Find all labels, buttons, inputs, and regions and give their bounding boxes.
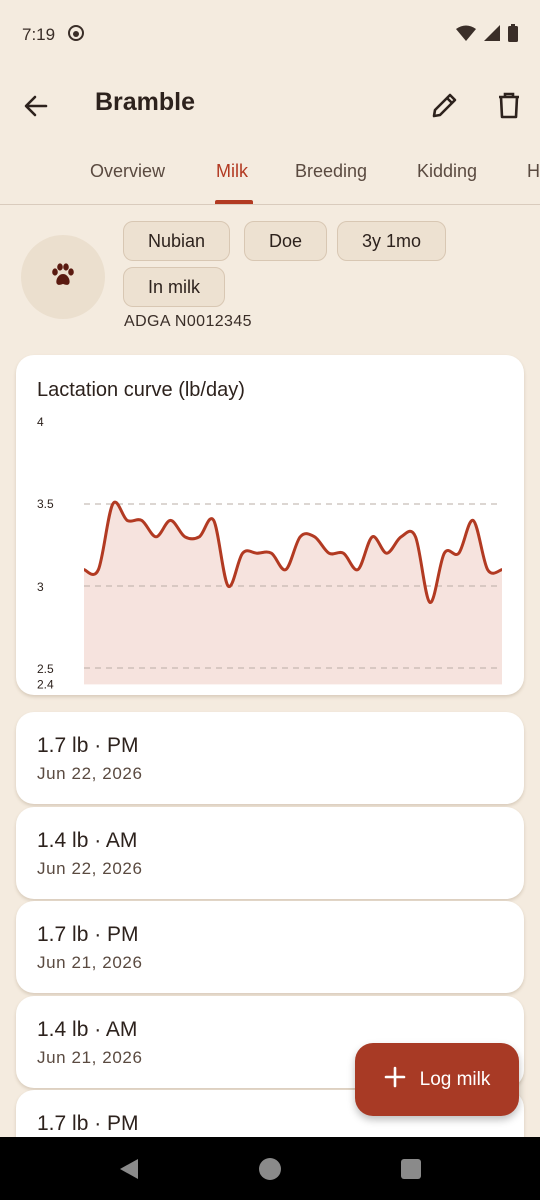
nav-home-icon[interactable]: [258, 1157, 282, 1186]
chart-y-tick-label: 2.5: [37, 662, 54, 676]
back-arrow-icon[interactable]: [22, 92, 50, 120]
avatar: [21, 235, 105, 319]
tab-bar: Overview Milk Breeding Kidding H: [0, 145, 540, 205]
lactation-chart-card: Lactation curve (lb/day) 4 3.5 3 2.5 2.4: [16, 355, 524, 695]
entry-date: Jun 21, 2026: [37, 1048, 143, 1067]
nav-back-icon[interactable]: [118, 1157, 140, 1186]
entry-amount: 1.4 lb · AM: [37, 829, 138, 852]
tab-kidding[interactable]: Kidding: [417, 161, 477, 182]
paw-icon: [49, 261, 77, 294]
edit-icon[interactable]: [430, 90, 460, 120]
chart-area-fill: [84, 502, 502, 685]
status-time: 7:19: [22, 25, 56, 44]
milk-entry[interactable]: 1.7 lb · PM Jun 21, 2026: [16, 901, 524, 993]
app-bar: Bramble: [0, 70, 540, 140]
log-milk-label: Log milk: [419, 1068, 491, 1090]
age-chip: 3y 1mo: [337, 221, 447, 261]
system-nav-bar: [0, 1137, 540, 1200]
chart-y-tick-label: 3.5: [37, 497, 54, 511]
milk-entry[interactable]: 1.7 lb · PM Jun 22, 2026: [16, 712, 524, 804]
tab-indicator: [215, 200, 253, 204]
chart-y-tick-label: 2.4: [37, 677, 54, 691]
entry-amount: 1.7 lb · PM: [37, 1112, 139, 1135]
plus-icon: [384, 1066, 406, 1094]
delete-icon[interactable]: [494, 90, 524, 120]
entry-amount: 1.7 lb · PM: [37, 923, 139, 946]
notification-icon: [67, 24, 85, 47]
sex-chip: Doe: [244, 221, 328, 261]
chart-y-tick-label: 3: [37, 580, 44, 594]
signal-icon: [484, 24, 500, 46]
wifi-icon: [456, 25, 476, 46]
status-chip: In milk: [123, 267, 226, 307]
entry-amount: 1.7 lb · PM: [37, 734, 139, 757]
tab-health[interactable]: H: [527, 161, 540, 182]
tab-milk[interactable]: Milk: [216, 161, 248, 182]
nav-recents-icon[interactable]: [400, 1158, 422, 1185]
breed-chip: Nubian: [123, 221, 231, 261]
battery-icon: [508, 23, 518, 47]
entry-date: Jun 21, 2026: [37, 953, 143, 972]
status-bar: 7:19: [0, 0, 540, 70]
entry-amount: 1.4 lb · AM: [37, 1018, 138, 1041]
registration-number: ADGA N0012345: [124, 313, 252, 330]
milk-entry[interactable]: 1.4 lb · AM Jun 22, 2026: [16, 807, 524, 899]
page-title: Bramble: [95, 88, 196, 116]
tab-overview[interactable]: Overview: [90, 161, 165, 182]
entry-date: Jun 22, 2026: [37, 859, 143, 878]
chart-y-tick-label: 4: [37, 415, 44, 429]
lactation-chart: 4 3.5 3 2.52.4: [37, 415, 503, 691]
tab-breeding[interactable]: Breeding: [295, 161, 367, 182]
log-milk-button[interactable]: Log milk: [355, 1043, 519, 1116]
entry-date: Jun 22, 2026: [37, 764, 143, 783]
